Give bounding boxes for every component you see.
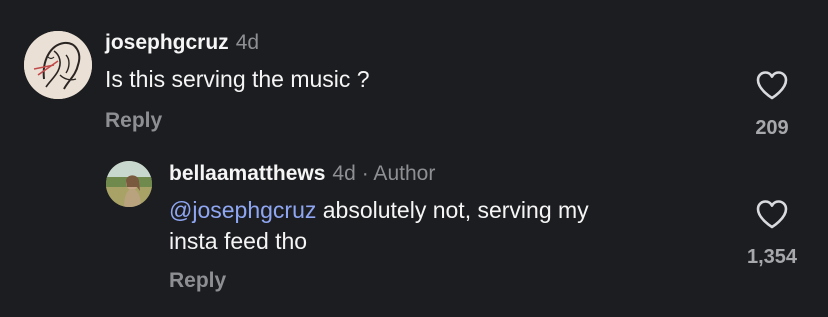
comment-text: @josephgcruz absolutely not, serving my … xyxy=(169,195,589,257)
comment-body-line2: insta feed tho xyxy=(169,228,308,254)
avatar-bellaamatthews[interactable] xyxy=(106,161,152,207)
avatar-sketch-image xyxy=(24,31,92,99)
like-control: 209 xyxy=(732,70,812,140)
like-count: 209 xyxy=(755,117,789,139)
username[interactable]: bellaamatthews xyxy=(169,162,325,185)
reply-button[interactable]: Reply xyxy=(169,269,226,293)
heart-outline-icon[interactable] xyxy=(755,70,789,100)
username[interactable]: josephgcruz xyxy=(105,31,229,54)
comment-text: Is this serving the music ? xyxy=(105,64,370,95)
like-control: 1,354 xyxy=(732,199,812,269)
comment-header: josephgcruz 4d xyxy=(105,31,259,55)
avatar-josephgcruz[interactable] xyxy=(24,31,92,99)
like-count: 1,354 xyxy=(746,246,798,268)
avatar-photo-image xyxy=(106,161,152,207)
heart-outline-icon[interactable] xyxy=(755,199,789,229)
mention-link[interactable]: @josephgcruz xyxy=(169,197,316,223)
timestamp: 4d xyxy=(235,31,260,54)
comment-header: bellaamatthews 4d · Author xyxy=(169,162,435,186)
reply-button[interactable]: Reply xyxy=(105,109,162,133)
author-badge: · Author xyxy=(361,162,436,185)
timestamp: 4d xyxy=(332,162,356,185)
comment-body-line1: absolutely not, serving my xyxy=(316,197,589,223)
comment-body: Is this serving the music ? xyxy=(105,66,370,92)
